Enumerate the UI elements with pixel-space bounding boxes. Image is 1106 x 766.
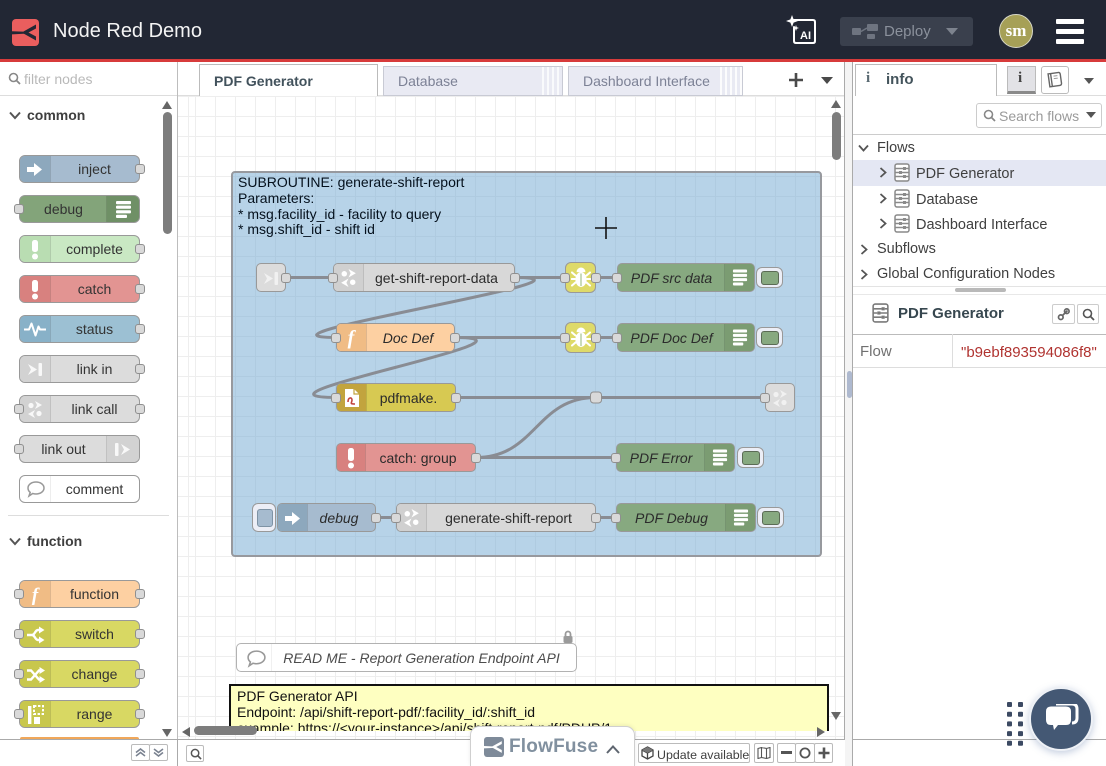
svg-text:f: f — [348, 327, 357, 349]
svg-text:f: f — [32, 585, 40, 606]
svg-text:AI: AI — [800, 30, 811, 42]
